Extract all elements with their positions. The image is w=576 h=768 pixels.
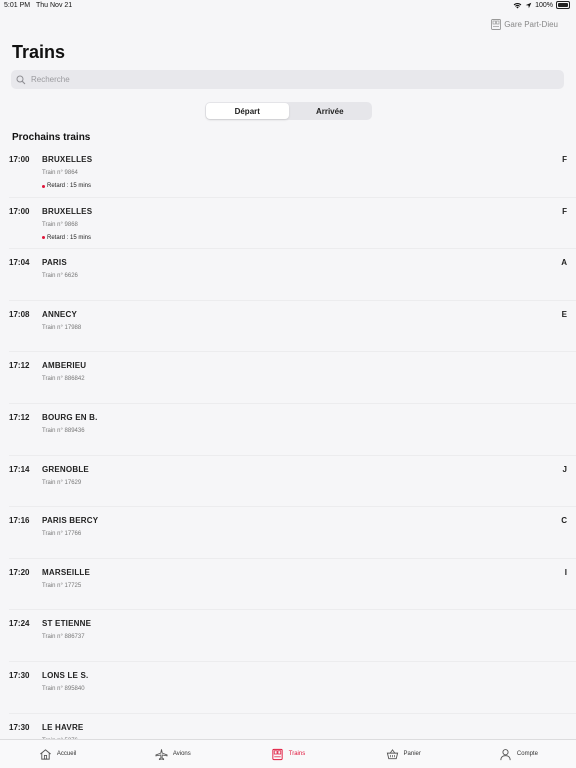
train-platform: E [561, 309, 567, 319]
home-icon [40, 748, 51, 760]
tab-label: Avions [172, 751, 191, 757]
tab-accueil[interactable]: Accueil [0, 740, 115, 768]
direction-segmented-control: Départ Arrivée [205, 102, 372, 120]
segment-depart[interactable]: Départ [206, 103, 289, 119]
train-number: Train n° 889436 [42, 427, 85, 434]
battery-percent: 100% [535, 1, 553, 9]
tab-label: Accueil [56, 751, 77, 757]
station-name: Gare Part-Dieu [504, 20, 558, 29]
train-time: 17:00 [9, 155, 30, 164]
tab-trains[interactable]: Trains [230, 740, 345, 768]
train-row[interactable]: 17:08 ANNECY Train n° 17988 E [9, 301, 576, 353]
train-time: 17:20 [9, 567, 30, 577]
train-row[interactable]: 17:14 GRENOBLE Train n° 17629 J [9, 456, 576, 508]
train-delay-text: Retard : 15 mins [47, 234, 92, 241]
status-date: Thu Nov 21 [36, 2, 73, 9]
train-destination: BRUXELLES [42, 206, 93, 216]
train-time: 17:24 [9, 619, 30, 629]
train-platform: C [561, 516, 567, 526]
tab-label: Trains [288, 751, 306, 757]
status-indicators: 100% [513, 1, 570, 9]
delay-dot-icon [42, 184, 45, 188]
train-time: 17:08 [9, 309, 30, 319]
train-destination: ST ETIENNE [42, 619, 92, 629]
train-time: 17:30 [9, 670, 30, 680]
train-delay-text: Retard : 15 mins [47, 183, 92, 189]
train-row[interactable]: 17:00 BRUXELLES Train n° 9868 Retard : 15 m… [9, 198, 576, 250]
train-number: Train n° 886842 [42, 376, 85, 383]
train-destination: BOURG EN B. [42, 412, 98, 422]
train-delay: Retard : 15 mins [42, 235, 91, 241]
train-time: 17:16 [9, 516, 30, 526]
train-number: Train n° 17988 [42, 324, 82, 331]
train-time: 17:12 [9, 412, 30, 422]
train-row[interactable]: 17:16 PARIS BERCY Train n° 17766 C [9, 507, 576, 559]
tab-bar: Accueil Avions Trains Panier Compte [0, 739, 576, 768]
tab-label: Compte [516, 751, 538, 757]
train-time: 17:00 [9, 206, 30, 216]
location-arrow-icon [525, 2, 532, 8]
train-destination: PARIS [42, 258, 67, 268]
train-destination: PARIS BERCY [42, 516, 99, 526]
train-destination: AMBERIEU [42, 361, 87, 371]
tab-avions[interactable]: Avions [115, 740, 230, 768]
train-time: 17:12 [9, 361, 30, 371]
train-row[interactable]: 17:12 AMBERIEU Train n° 886842 [9, 352, 576, 404]
status-time: 5:01 PM [4, 2, 31, 9]
battery-icon [556, 1, 570, 9]
delay-dot-icon [42, 236, 45, 240]
tab-panier[interactable]: Panier [346, 740, 461, 768]
station-selector[interactable]: Gare Part-Dieu [491, 19, 558, 30]
train-number: Train n° 9864 [42, 170, 78, 176]
train-row[interactable]: 17:00 BRUXELLES Train n° 9864 Retard : 15 m… [9, 146, 576, 198]
train-platform: F [562, 206, 567, 216]
section-title: Prochains trains [12, 132, 91, 143]
train-number: Train n° 6626 [42, 273, 78, 280]
train-destination: BRUXELLES [42, 155, 93, 164]
search-icon [16, 75, 26, 84]
train-number: Train n° 17725 [42, 582, 82, 589]
train-time: 17:30 [9, 722, 30, 732]
tab-compte[interactable]: Compte [461, 740, 576, 768]
status-bar: 5:01 PM Thu Nov 21 100% [0, 0, 576, 13]
plane-icon [155, 748, 168, 760]
train-number: Train n° 886737 [42, 634, 85, 641]
train-platform: J [562, 464, 567, 474]
train-list: 17:00 BRUXELLES Train n° 9864 Retard : 15 m… [0, 146, 576, 766]
tab-label: Panier [403, 751, 421, 757]
search-input[interactable] [29, 74, 533, 85]
train-platform: A [561, 258, 567, 268]
train-number: Train n° 17629 [42, 479, 82, 486]
train-delay: Retard : 15 mins [42, 183, 91, 189]
train-time: 17:14 [9, 464, 30, 474]
train-destination: MARSEILLE [42, 567, 91, 577]
train-time: 17:04 [9, 258, 30, 268]
train-destination: GRENOBLE [42, 464, 89, 474]
train-destination: LONS LE S. [42, 670, 89, 680]
wifi-icon [513, 2, 522, 8]
train-row[interactable]: 17:30 LONS LE S. Train n° 895840 [9, 662, 576, 714]
train-number: Train n° 9868 [42, 221, 78, 228]
train-row[interactable]: 17:24 ST ETIENNE Train n° 886737 [9, 610, 576, 662]
page-title: Trains [12, 42, 66, 62]
train-row[interactable]: 17:20 MARSEILLE Train n° 17725 I [9, 559, 576, 611]
train-row[interactable]: 17:04 PARIS Train n° 6626 A [9, 249, 576, 301]
station-icon [491, 19, 502, 30]
segment-arrivee[interactable]: Arrivée [289, 103, 372, 119]
user-icon [500, 748, 511, 760]
train-destination: LE HAVRE [42, 722, 84, 732]
search-bar[interactable] [11, 70, 564, 89]
train-number: Train n° 895840 [42, 685, 85, 692]
train-icon [272, 748, 283, 760]
train-row[interactable]: 17:12 BOURG EN B. Train n° 889436 [9, 404, 576, 456]
train-platform: F [562, 155, 567, 164]
basket-icon [386, 748, 398, 759]
train-number: Train n° 17766 [42, 531, 82, 538]
train-destination: ANNECY [42, 309, 77, 319]
train-platform: I [564, 567, 567, 577]
